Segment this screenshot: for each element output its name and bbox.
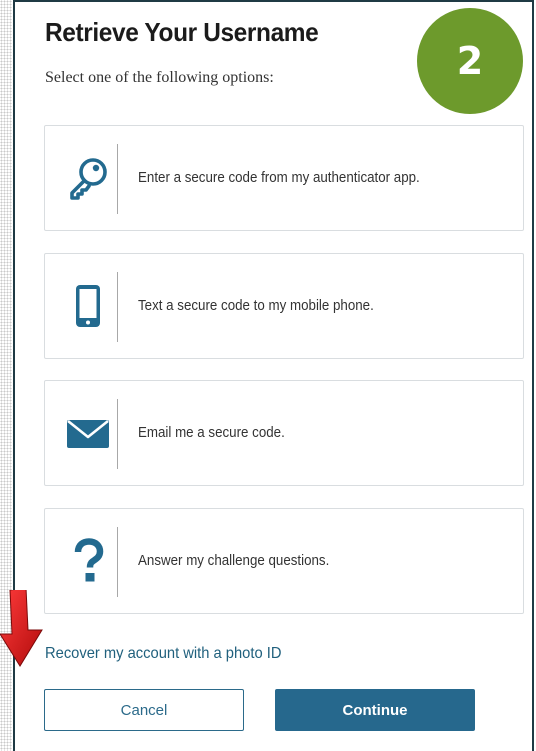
option-divider: [117, 144, 118, 214]
question-mark-icon: [59, 532, 117, 590]
option-label: Text a secure code to my mobile phone.: [138, 298, 374, 314]
option-label: Answer my challenge questions.: [138, 553, 330, 569]
dialog-panel: [13, 0, 534, 751]
option-divider: [117, 272, 118, 342]
cancel-button[interactable]: Cancel: [44, 689, 244, 731]
envelope-icon: [59, 404, 117, 462]
page-subtitle: Select one of the following options:: [45, 69, 274, 86]
option-authenticator-app[interactable]: Enter a secure code from my authenticato…: [44, 125, 524, 231]
option-divider: [117, 527, 118, 597]
option-label: Email me a secure code.: [138, 425, 285, 441]
option-divider: [117, 399, 118, 469]
option-mobile-phone[interactable]: Text a secure code to my mobile phone.: [44, 253, 524, 359]
page-title: Retrieve Your Username: [45, 17, 319, 47]
mobile-phone-icon: [59, 277, 117, 335]
continue-button[interactable]: Continue: [275, 689, 475, 731]
key-icon: [59, 149, 117, 207]
recover-with-photo-id-link[interactable]: Recover my account with a photo ID: [45, 645, 281, 663]
annotation-arrow-icon: [0, 590, 43, 667]
option-email[interactable]: Email me a secure code.: [44, 380, 524, 486]
step-number-badge: 2: [417, 8, 523, 114]
option-challenge-questions[interactable]: Answer my challenge questions.: [44, 508, 524, 614]
option-label: Enter a secure code from my authenticato…: [138, 170, 420, 186]
